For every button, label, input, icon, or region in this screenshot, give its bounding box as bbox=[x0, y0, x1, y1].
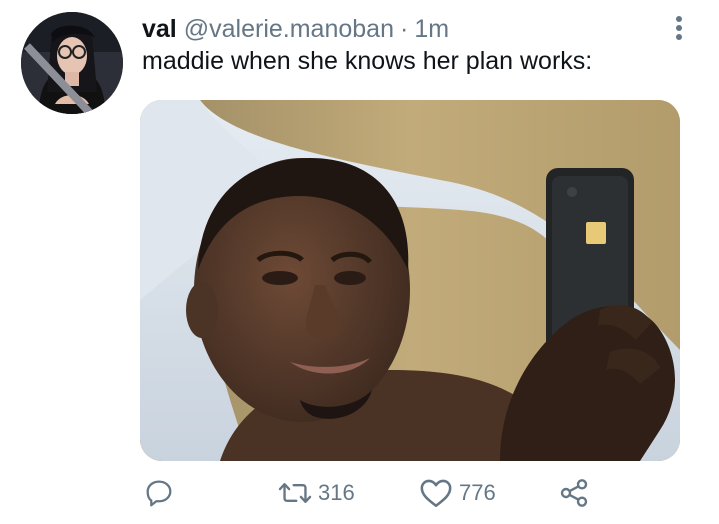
tweet-header: val @valerie.manoban · 1m bbox=[142, 14, 449, 44]
timestamp[interactable]: 1m bbox=[414, 14, 449, 44]
like-count: 776 bbox=[459, 480, 496, 505]
separator-dot: · bbox=[399, 15, 409, 43]
retweet-icon bbox=[278, 483, 312, 503]
more-dot bbox=[676, 25, 682, 31]
like-button[interactable]: 776 bbox=[419, 475, 496, 511]
heart-icon bbox=[420, 479, 452, 508]
retweet-button[interactable]: 316 bbox=[278, 475, 355, 511]
reply-button[interactable] bbox=[143, 475, 175, 511]
reply-icon bbox=[146, 480, 172, 507]
tweet[interactable]: val @valerie.manoban · 1m maddie when sh… bbox=[0, 0, 719, 524]
display-name[interactable]: val bbox=[142, 14, 177, 44]
share-icon bbox=[560, 479, 588, 507]
user-handle[interactable]: @valerie.manoban bbox=[184, 14, 394, 44]
media-photo bbox=[140, 100, 680, 461]
tweet-text: maddie when she knows her plan works: bbox=[142, 47, 593, 75]
more-options-icon[interactable] bbox=[670, 14, 688, 42]
share-button[interactable] bbox=[558, 475, 590, 511]
tweet-media[interactable] bbox=[140, 100, 680, 461]
avatar-image bbox=[21, 12, 123, 114]
more-dot bbox=[676, 16, 682, 22]
retweet-count: 316 bbox=[318, 480, 355, 505]
tweet-actions: 316 776 bbox=[0, 475, 719, 511]
more-dot bbox=[676, 34, 682, 40]
avatar[interactable] bbox=[21, 12, 123, 114]
